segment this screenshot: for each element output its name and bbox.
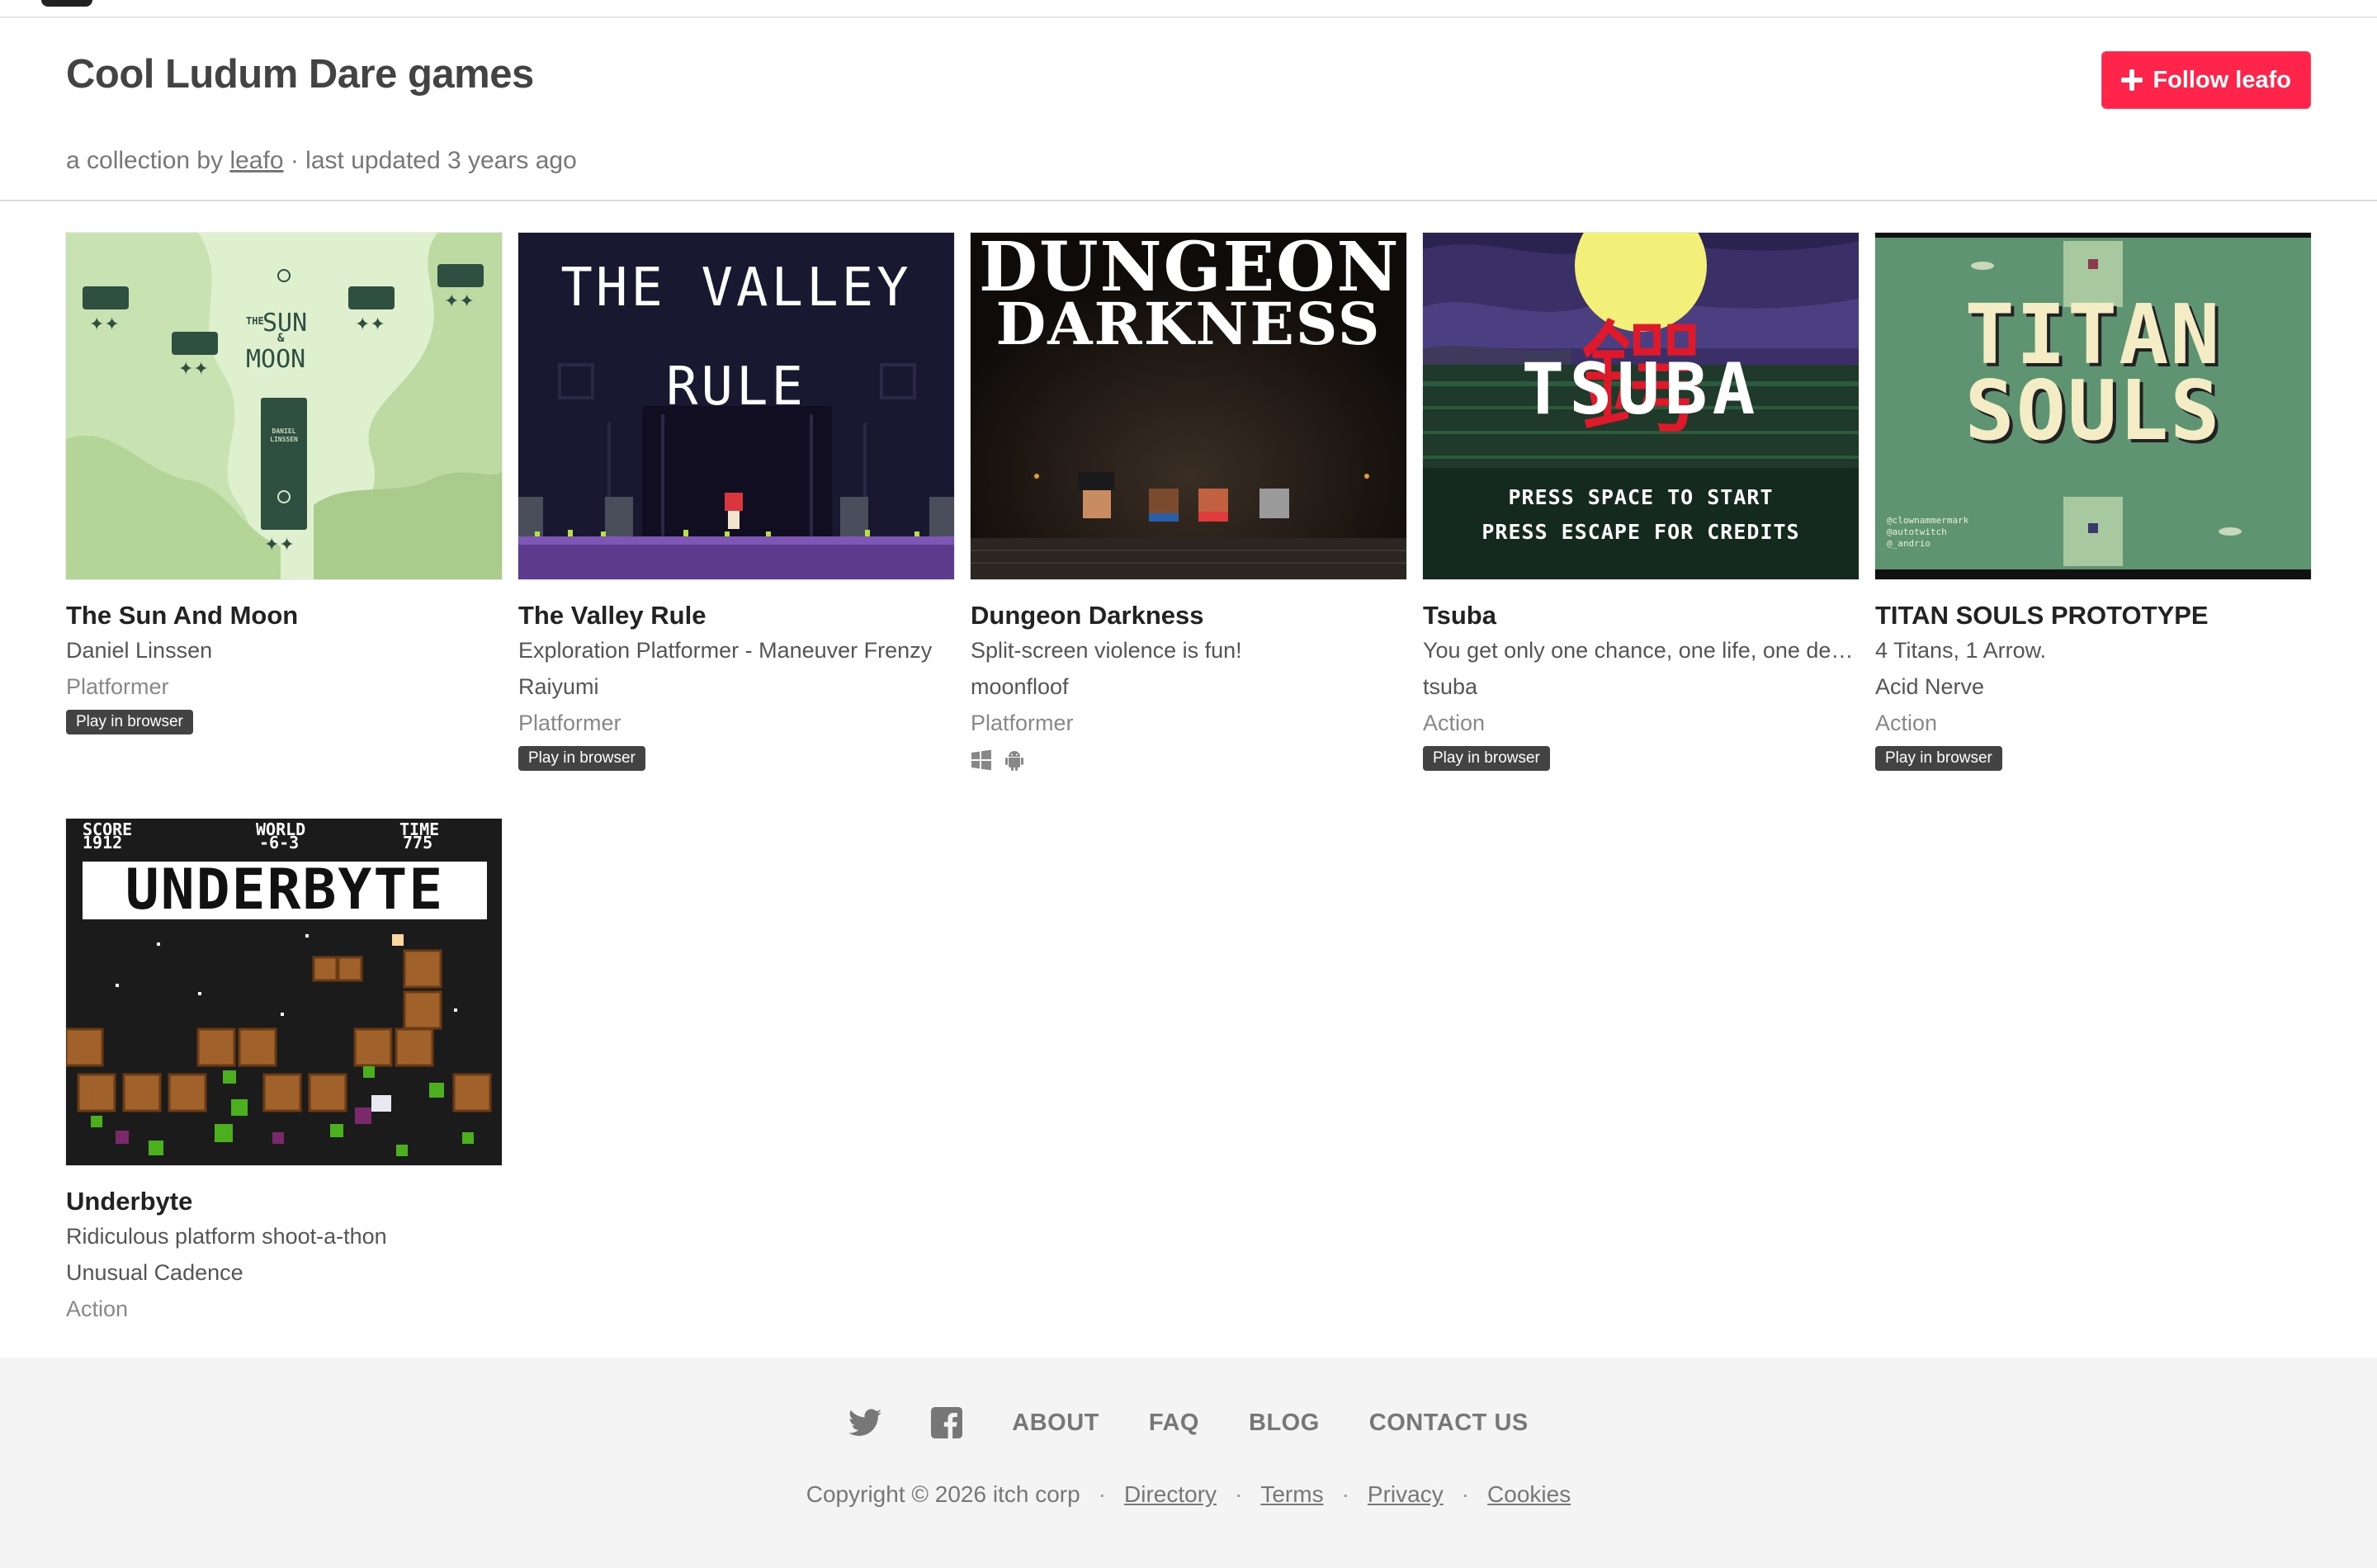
game-thumbnail[interactable]: TITAN SOULS @clownammermark @autotwitch … — [1875, 233, 2311, 579]
game-cell: TITAN SOULS @clownammermark @autotwitch … — [1875, 233, 2311, 771]
footer-privacy-link[interactable]: Privacy — [1368, 1481, 1444, 1508]
play-in-browser-badge: Play in browser — [518, 746, 645, 771]
game-author[interactable]: Acid Nerve — [1875, 668, 2311, 705]
top-bar — [0, 0, 2377, 18]
follow-button[interactable]: Follow leafo — [2101, 51, 2311, 109]
game-thumbnail[interactable]: SCORE 1912 WORLD -6-3 TIME 775 UNDERBYTE — [66, 819, 502, 1165]
site-logo[interactable] — [41, 0, 92, 7]
svg-text:✦✦: ✦✦ — [89, 314, 120, 334]
android-icon — [1005, 751, 1023, 771]
footer-faq-link[interactable]: FAQ — [1149, 1410, 1199, 1437]
game-tagline: You get only one chance, one life, one d… — [1423, 638, 1859, 663]
game-title[interactable]: Underbyte — [66, 1185, 502, 1218]
play-in-browser-badge: Play in browser — [1875, 746, 2002, 771]
plus-icon — [2121, 69, 2143, 91]
footer-blog-link[interactable]: BLOG — [1249, 1410, 1320, 1437]
game-cell: 鍔 TSUBA PRESS SPACE TO START PRESS ESCAP… — [1423, 233, 1859, 771]
svg-text:✦✦: ✦✦ — [178, 358, 209, 379]
game-tagline: Split-screen violence is fun! — [971, 638, 1242, 663]
thumbnail-art: ✦✦ ✦✦ ✦✦ ✦✦ ✦✦ — [66, 233, 502, 579]
game-cell: THE VALLEY RULE The Valley Rule Explorat… — [518, 233, 954, 771]
game-thumbnail[interactable]: ✦✦ ✦✦ ✦✦ ✦✦ ✦✦ THE SUN & MOON DANIEL LIN… — [66, 233, 502, 579]
game-author[interactable]: Daniel Linssen — [66, 632, 502, 668]
game-cell: DUNGEON DARKNESS Dungeon Darkness Split-… — [971, 233, 1406, 771]
game-genre: Action — [66, 1296, 129, 1321]
author-link[interactable]: leafo — [229, 147, 283, 174]
svg-text:✦✦: ✦✦ — [444, 290, 475, 311]
play-in-browser-badge: Play in browser — [66, 710, 193, 734]
game-author[interactable]: Unusual Cadence — [66, 1254, 502, 1291]
platform-icons — [971, 749, 1406, 771]
game-thumbnail[interactable]: 鍔 TSUBA PRESS SPACE TO START PRESS ESCAP… — [1423, 233, 1859, 579]
play-in-browser-badge: Play in browser — [1423, 746, 1550, 771]
game-title[interactable]: TITAN SOULS PROTOTYPE — [1875, 599, 2311, 632]
copyright-text: Copyright © 2026 itch corp — [806, 1481, 1080, 1507]
svg-text:✦✦: ✦✦ — [355, 314, 385, 334]
game-title[interactable]: Tsuba — [1423, 599, 1859, 632]
game-genre: Platformer — [66, 674, 169, 699]
game-author[interactable]: tsuba — [1423, 668, 1859, 705]
footer-terms-link[interactable]: Terms — [1260, 1481, 1323, 1508]
footer-about-link[interactable]: ABOUT — [1012, 1410, 1099, 1437]
game-title[interactable]: Dungeon Darkness — [971, 599, 1406, 632]
game-tagline: 4 Titans, 1 Arrow. — [1875, 638, 2047, 663]
site-footer: ABOUT FAQ BLOG CONTACT US Copyright © 20… — [0, 1358, 2377, 1568]
game-author[interactable]: Raiyumi — [518, 668, 954, 705]
twitter-icon[interactable] — [848, 1409, 882, 1437]
game-tagline: Ridiculous platform shoot-a-thon — [66, 1224, 387, 1249]
collection-header: Cool Ludum Dare games a collection by le… — [0, 18, 2377, 201]
footer-directory-link[interactable]: Directory — [1124, 1481, 1217, 1508]
game-thumbnail[interactable]: DUNGEON DARKNESS — [971, 233, 1406, 579]
game-cell: SCORE 1912 WORLD -6-3 TIME 775 UNDERBYTE… — [66, 819, 502, 1327]
collection-subtitle: a collection by leafo · last updated 3 y… — [66, 147, 577, 174]
game-cell: ✦✦ ✦✦ ✦✦ ✦✦ ✦✦ THE SUN & MOON DANIEL LIN… — [66, 233, 502, 734]
game-genre: Action — [1875, 711, 1938, 735]
game-thumbnail[interactable]: THE VALLEY RULE — [518, 233, 954, 579]
page-title: Cool Ludum Dare games — [66, 52, 534, 97]
game-genre: Platformer — [971, 711, 1074, 735]
game-title[interactable]: The Sun And Moon — [66, 599, 502, 632]
svg-text:✦✦: ✦✦ — [264, 534, 295, 555]
game-tagline: Exploration Platformer - Maneuver Frenzy — [518, 638, 933, 663]
game-title[interactable]: The Valley Rule — [518, 599, 954, 632]
footer-legal: Copyright © 2026 itch corp · Directory ·… — [806, 1481, 1571, 1508]
windows-icon — [971, 749, 991, 771]
game-genre: Action — [1423, 711, 1486, 735]
footer-contact-link[interactable]: CONTACT US — [1369, 1410, 1529, 1437]
game-genre: Platformer — [518, 711, 621, 735]
game-author[interactable]: moonfloof — [971, 668, 1406, 705]
footer-cookies-link[interactable]: Cookies — [1487, 1481, 1571, 1508]
facebook-icon[interactable] — [931, 1407, 963, 1438]
footer-nav: ABOUT FAQ BLOG CONTACT US — [0, 1407, 2377, 1438]
